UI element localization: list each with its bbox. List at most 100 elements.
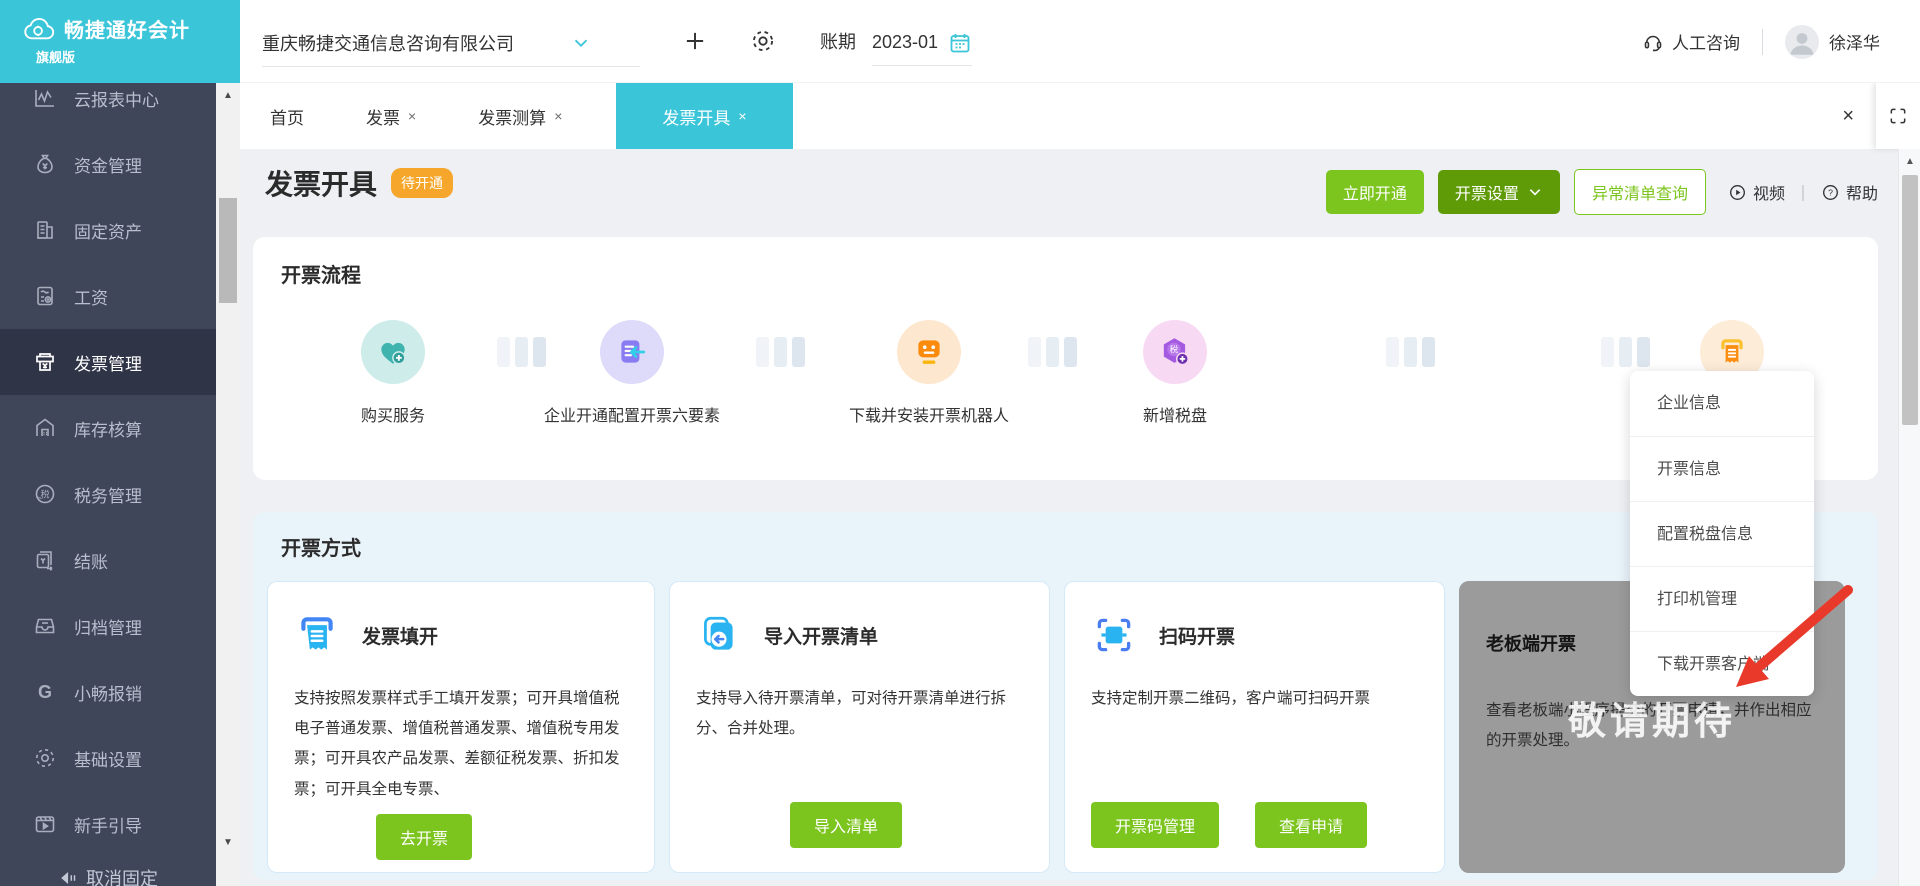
top-header: 重庆畅捷交通信息咨询有限公司 账期 2023-01 人工咨询 徐泽华 — [240, 0, 1920, 83]
sidebar-item-inventory[interactable]: 库存核算 — [0, 395, 216, 461]
heart-plus-icon — [381, 342, 406, 365]
sidebar-item-payroll[interactable]: 工资 — [0, 263, 216, 329]
sidebar-item-invoice-management[interactable]: 发票管理 — [0, 329, 216, 395]
unpin-sidebar-button[interactable]: 取消固定 — [0, 856, 216, 886]
sidebar-item-expense[interactable]: G 小畅报销 — [0, 659, 216, 725]
close-all-tabs-icon[interactable]: × — [1842, 105, 1854, 128]
sidebar-item-label: 归档管理 — [74, 618, 142, 638]
chevron-down-icon — [1529, 189, 1541, 196]
company-select[interactable]: 重庆畅捷交通信息咨询有限公司 — [262, 30, 640, 67]
sidebar-item-label: 固定资产 — [74, 222, 142, 242]
go-invoice-button[interactable]: 去开票 — [376, 814, 473, 860]
sidebar-item-onboarding[interactable]: 新手引导 — [0, 791, 216, 857]
scroll-down-icon[interactable]: ▼ — [216, 830, 240, 854]
sidebar-item-tax[interactable]: 税 税务管理 — [0, 461, 216, 527]
flow-step-download-robot: 下载并安装开票机器人 — [829, 320, 1029, 426]
sidebar-scrollbar[interactable]: ▲ ▼ — [216, 83, 240, 886]
card-scan-invoice: 扫码开票 支持定制开票二维码，客户端可扫码开票 开票码管理 查看申请 — [1064, 581, 1445, 873]
menu-item-download-client[interactable]: 下载开票客户端 — [1630, 631, 1814, 696]
menu-item-company-info[interactable]: 企业信息 — [1630, 371, 1814, 436]
sidebar-item-label: 云报表中心 — [74, 90, 159, 110]
invoice-code-manage-button[interactable]: 开票码管理 — [1091, 802, 1220, 848]
robot-icon — [918, 340, 940, 364]
tab-invoice-estimate[interactable]: 发票测算 × — [456, 83, 584, 149]
human-consult-button[interactable]: 人工咨询 — [1642, 29, 1740, 54]
video-link[interactable]: 视频 — [1728, 180, 1785, 204]
header-gear-icon[interactable] — [750, 28, 776, 54]
main-scroll-thumb[interactable] — [1902, 175, 1918, 425]
sidebar-item-fixed-assets[interactable]: 固定资产 — [0, 197, 216, 263]
building-icon — [37, 221, 53, 239]
consult-label: 人工咨询 — [1672, 34, 1740, 53]
calendar-icon — [950, 33, 970, 52]
tab-close-icon[interactable]: × — [738, 108, 746, 124]
tax-circle-icon: 税 — [35, 484, 55, 504]
tab-label: 首页 — [270, 108, 304, 128]
status-badge: 待开通 — [391, 168, 454, 198]
flow-step-label: 购买服务 — [360, 408, 425, 425]
scan-code-icon — [1097, 618, 1131, 652]
chart-icon — [35, 90, 54, 107]
fullscreen-button[interactable] — [1876, 83, 1920, 149]
video-label: 视频 — [1752, 186, 1785, 203]
menu-item-invoice-info[interactable]: 开票信息 — [1630, 436, 1814, 501]
flow-separator — [1386, 337, 1440, 367]
tax-disk-plus-icon: 税 — [1163, 338, 1189, 366]
add-company-icon[interactable] — [682, 28, 708, 54]
sidebar-item-closing[interactable]: 结账 — [0, 527, 216, 593]
fullscreen-icon — [1890, 108, 1906, 124]
sidebar-item-label: 税务管理 — [74, 486, 142, 506]
period-label: 账期 — [820, 32, 856, 52]
invoice-settings-menu: 企业信息 开票信息 配置税盘信息 打印机管理 下载开票客户端 — [1630, 371, 1814, 696]
sidebar-item-label: 基础设置 — [74, 750, 142, 770]
sidebar-item-archive[interactable]: 归档管理 — [0, 593, 216, 659]
help-link[interactable]: ? 帮助 — [1821, 180, 1878, 204]
menu-item-printer-manage[interactable]: 打印机管理 — [1630, 566, 1814, 631]
gear-icon — [36, 749, 54, 767]
tab-bar: 首页 发票 × 发票测算 × 发票开具 × × — [240, 83, 1920, 149]
card-import-list: 导入开票清单 支持导入待开票清单，可对待开票清单进行拆分、合并处理。 导入清单 — [669, 581, 1050, 873]
card-description: 支持导入待开票清单，可对待开票清单进行拆分、合并处理。 — [696, 690, 1007, 738]
methods-section-title: 开票方式 — [281, 538, 361, 560]
page-title: 发票开具 — [265, 169, 378, 200]
sidebar-item-label: 结账 — [74, 552, 108, 572]
flow-step-add-tax-disk: 税 新增税盘 — [1105, 320, 1245, 426]
period-select[interactable]: 2023-01 — [872, 31, 973, 66]
warehouse-icon — [36, 418, 54, 436]
archive-box-icon — [35, 618, 55, 634]
sidebar-item-funds[interactable]: 资金管理 — [0, 131, 216, 197]
card-title: 导入开票清单 — [764, 626, 879, 648]
invoice-printer-icon — [1721, 339, 1743, 363]
user-name: 徐泽华 — [1829, 34, 1880, 53]
tab-invoice[interactable]: 发票 × — [344, 83, 438, 149]
money-bag-icon — [37, 154, 53, 174]
sidebar-item-settings[interactable]: 基础设置 — [0, 725, 216, 791]
menu-item-tax-disk-config[interactable]: 配置税盘信息 — [1630, 501, 1814, 566]
scroll-up-icon[interactable]: ▲ — [1899, 149, 1920, 173]
brand-edition: 旗舰版 — [36, 50, 76, 65]
main-scrollbar[interactable]: ▲ — [1898, 149, 1920, 886]
tab-label: 发票开具 — [662, 108, 731, 128]
video-guide-icon — [35, 816, 55, 833]
invoice-settings-button[interactable]: 开票设置 — [1437, 170, 1560, 214]
scroll-up-icon[interactable]: ▲ — [216, 83, 240, 107]
tab-label: 发票测算 — [478, 108, 547, 128]
sidebar-item-label: 工资 — [74, 288, 108, 308]
tab-invoice-issue[interactable]: 发票开具 × — [616, 83, 793, 149]
tab-close-icon[interactable]: × — [554, 108, 562, 124]
svg-text:税: 税 — [1170, 345, 1179, 355]
sidebar-scroll-thumb[interactable] — [219, 198, 237, 303]
period-value: 2023-01 — [872, 32, 939, 52]
view-applications-button[interactable]: 查看申请 — [1255, 802, 1368, 848]
abnormal-list-button[interactable]: 异常清单查询 — [1573, 169, 1706, 215]
avatar[interactable] — [1785, 24, 1819, 59]
card-invoice-fill: 发票填开 支持按照发票样式手工填开发票；可开具增值税电子普通发票、增值税普通发票… — [267, 581, 655, 873]
invoice-machine-icon — [36, 353, 54, 371]
help-label: 帮助 — [1845, 186, 1878, 203]
import-list-button[interactable]: 导入清单 — [790, 802, 903, 848]
flow-step-label: 企业开通配置开票六要素 — [543, 408, 720, 425]
tab-close-icon[interactable]: × — [408, 108, 416, 124]
import-list-icon — [704, 616, 733, 650]
activate-now-button[interactable]: 立即开通 — [1325, 170, 1424, 214]
tab-home[interactable]: 首页 — [248, 83, 326, 149]
